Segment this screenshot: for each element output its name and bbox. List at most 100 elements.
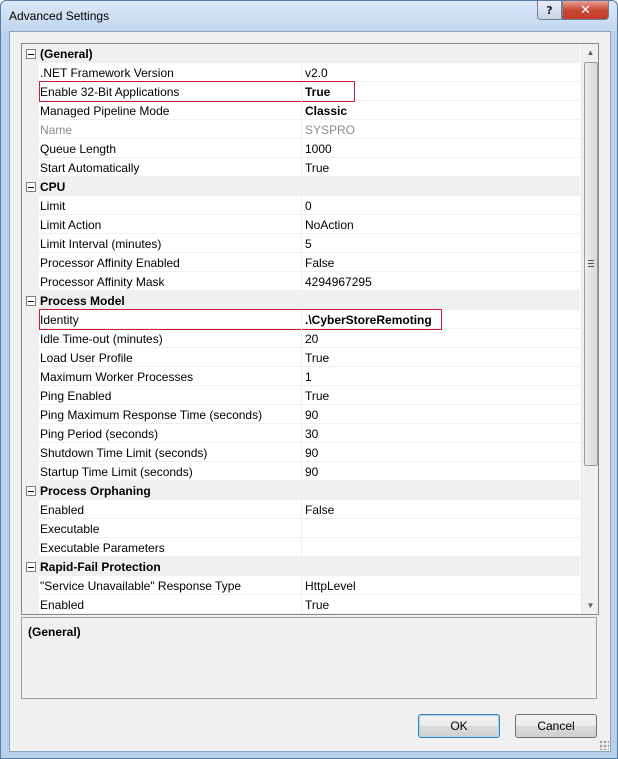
column-divider[interactable]: [301, 234, 302, 253]
property-row[interactable]: Limit 0: [22, 196, 580, 215]
column-divider[interactable]: [301, 462, 302, 481]
property-value[interactable]: 1000: [305, 142, 332, 156]
property-row[interactable]: Limit Action NoAction: [22, 215, 580, 234]
property-value[interactable]: 0: [305, 199, 312, 213]
property-row[interactable]: Start Automatically True: [22, 158, 580, 177]
column-divider[interactable]: [301, 158, 302, 177]
column-divider[interactable]: [301, 405, 302, 424]
column-divider[interactable]: [301, 310, 302, 329]
property-value[interactable]: HttpLevel: [305, 579, 356, 593]
property-value[interactable]: v2.0: [305, 66, 328, 80]
property-row[interactable]: Limit Interval (minutes) 5: [22, 234, 580, 253]
property-row[interactable]: Identity .\CyberStoreRemoting: [22, 309, 580, 330]
property-row[interactable]: Enabled False: [22, 500, 580, 519]
column-divider[interactable]: [301, 348, 302, 367]
property-row[interactable]: Managed Pipeline Mode Classic: [22, 101, 580, 120]
category-row[interactable]: (General): [22, 44, 580, 63]
column-divider[interactable]: [301, 82, 302, 101]
property-value[interactable]: 1: [305, 370, 312, 384]
column-divider[interactable]: [301, 253, 302, 272]
property-name: Queue Length: [40, 142, 117, 156]
row-gutter: [22, 196, 39, 215]
title-bar[interactable]: Advanced Settings ? ✕: [1, 1, 617, 31]
collapse-toggle-icon[interactable]: [26, 562, 36, 572]
column-divider[interactable]: [301, 215, 302, 234]
resize-grip-icon[interactable]: [599, 740, 609, 750]
property-value[interactable]: False: [305, 256, 334, 270]
property-row[interactable]: .NET Framework Version v2.0: [22, 63, 580, 82]
category-row[interactable]: Process Model: [22, 291, 580, 310]
column-divider[interactable]: [301, 120, 302, 139]
property-row[interactable]: Processor Affinity Mask 4294967295: [22, 272, 580, 291]
property-name: Enable 32-Bit Applications: [40, 85, 180, 99]
column-divider[interactable]: [301, 538, 302, 557]
property-value[interactable]: True: [305, 161, 329, 175]
property-row[interactable]: "Service Unavailable" Response Type HttpL…: [22, 576, 580, 595]
scrollbar-thumb[interactable]: [584, 62, 598, 466]
property-row[interactable]: Load User Profile True: [22, 348, 580, 367]
close-button[interactable]: ✕: [562, 1, 609, 20]
property-value[interactable]: True: [305, 598, 329, 612]
column-divider[interactable]: [301, 63, 302, 82]
column-divider[interactable]: [301, 329, 302, 348]
property-row[interactable]: Startup Time Limit (seconds) 90: [22, 462, 580, 481]
property-row[interactable]: Executable: [22, 519, 580, 538]
property-value[interactable]: True: [305, 85, 330, 99]
column-divider[interactable]: [301, 386, 302, 405]
property-value[interactable]: 90: [305, 408, 318, 422]
category-row[interactable]: Rapid-Fail Protection: [22, 557, 580, 576]
property-name: Executable: [40, 522, 100, 536]
property-value[interactable]: SYSPRO: [305, 123, 355, 137]
property-row[interactable]: Name SYSPRO: [22, 120, 580, 139]
property-value[interactable]: 90: [305, 446, 318, 460]
property-row[interactable]: Processor Affinity Enabled False: [22, 253, 580, 272]
property-row[interactable]: Enable 32-Bit Applications True: [22, 81, 580, 102]
vertical-scrollbar[interactable]: ▲ ▼: [581, 44, 598, 614]
column-divider[interactable]: [301, 196, 302, 215]
property-value[interactable]: 5: [305, 237, 312, 251]
ok-button[interactable]: OK: [418, 714, 500, 738]
row-gutter: [22, 63, 39, 82]
column-divider[interactable]: [301, 443, 302, 462]
property-value[interactable]: NoAction: [305, 218, 354, 232]
collapse-toggle-icon[interactable]: [26, 486, 36, 496]
scroll-up-arrow-icon[interactable]: ▲: [582, 44, 598, 61]
property-value[interactable]: True: [305, 389, 329, 403]
advanced-settings-dialog: Advanced Settings ? ✕ (General) .NET Fram…: [0, 0, 618, 759]
column-divider[interactable]: [301, 367, 302, 386]
column-divider[interactable]: [301, 139, 302, 158]
cancel-button[interactable]: Cancel: [515, 714, 597, 738]
property-row[interactable]: Queue Length 1000: [22, 139, 580, 158]
property-row[interactable]: Ping Enabled True: [22, 386, 580, 405]
property-row[interactable]: Ping Period (seconds) 30: [22, 424, 580, 443]
property-value[interactable]: 30: [305, 427, 318, 441]
property-row[interactable]: Shutdown Time Limit (seconds) 90: [22, 443, 580, 462]
column-divider[interactable]: [301, 272, 302, 291]
property-value[interactable]: 90: [305, 465, 318, 479]
category-row[interactable]: Process Orphaning: [22, 481, 580, 500]
category-row[interactable]: CPU: [22, 177, 580, 196]
column-divider[interactable]: [301, 519, 302, 538]
scroll-down-arrow-icon[interactable]: ▼: [582, 597, 598, 614]
column-divider[interactable]: [301, 576, 302, 595]
property-row[interactable]: Maximum Worker Processes 1: [22, 367, 580, 386]
property-row[interactable]: Enabled True: [22, 595, 580, 614]
property-row[interactable]: Idle Time-out (minutes) 20: [22, 329, 580, 348]
column-divider[interactable]: [301, 595, 302, 614]
column-divider[interactable]: [301, 101, 302, 120]
property-value[interactable]: True: [305, 351, 329, 365]
collapse-toggle-icon[interactable]: [26, 49, 36, 59]
property-value[interactable]: 4294967295: [305, 275, 372, 289]
property-name: Start Automatically: [40, 161, 140, 175]
property-row[interactable]: Ping Maximum Response Time (seconds) 90: [22, 405, 580, 424]
property-row[interactable]: Executable Parameters: [22, 538, 580, 557]
collapse-toggle-icon[interactable]: [26, 296, 36, 306]
column-divider[interactable]: [301, 500, 302, 519]
collapse-toggle-icon[interactable]: [26, 182, 36, 192]
property-value[interactable]: .\CyberStoreRemoting: [305, 313, 432, 327]
column-divider[interactable]: [301, 424, 302, 443]
help-button[interactable]: ?: [537, 1, 562, 20]
property-value[interactable]: Classic: [305, 104, 347, 118]
property-value[interactable]: 20: [305, 332, 318, 346]
property-value[interactable]: False: [305, 503, 334, 517]
